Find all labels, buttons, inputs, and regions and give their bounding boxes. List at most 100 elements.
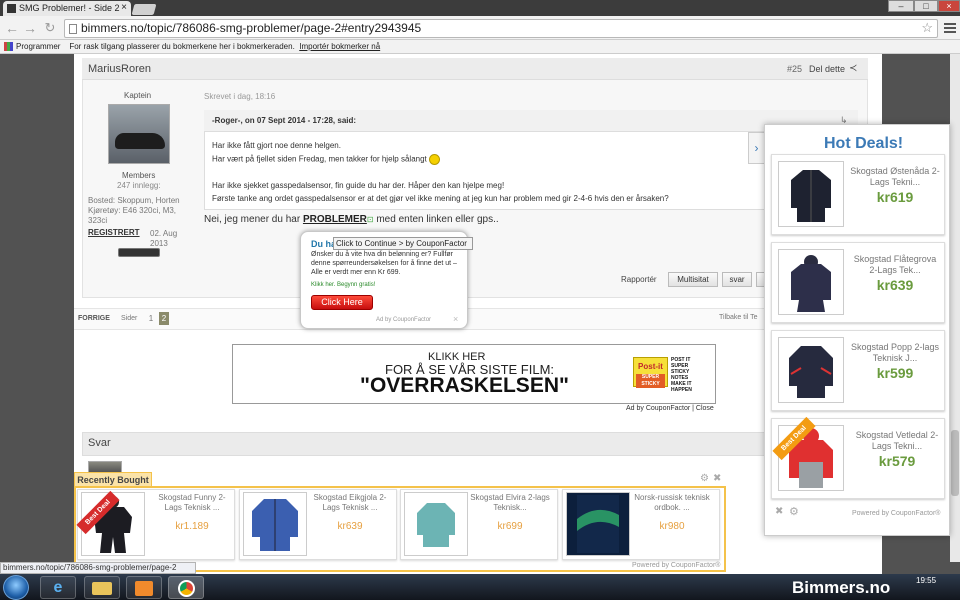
- avatar[interactable]: [108, 104, 170, 164]
- post-number[interactable]: #25: [787, 64, 802, 74]
- post-timestamp: Skrevet i dag, 18:16: [204, 92, 276, 101]
- ad-credit-close[interactable]: Ad by CouponFactor | Close: [626, 405, 714, 412]
- apps-label[interactable]: Programmer: [16, 42, 60, 51]
- post-it-brand: Post-it: [638, 362, 663, 371]
- share-link[interactable]: Del dette: [809, 64, 845, 74]
- jacket-thumbnail[interactable]: [778, 337, 844, 403]
- bookmarks-bar: Programmer For rask tilgang plasserer du…: [0, 40, 960, 54]
- post-author[interactable]: MariusRoren: [88, 63, 151, 75]
- start-button[interactable]: [3, 575, 29, 600]
- popup-cta-text[interactable]: Klikk her. Begynn gratis!: [311, 282, 375, 288]
- taskbar-clock[interactable]: 19:55: [916, 576, 936, 585]
- product-thumbnail[interactable]: [243, 492, 307, 556]
- user-rank: Kaptein: [124, 91, 152, 100]
- close-window-button[interactable]: ×: [938, 0, 960, 12]
- reply-text-post: med enten linken eller gps..: [373, 214, 499, 225]
- back-arrow-icon[interactable]: ←: [4, 20, 20, 36]
- user-location: Bosted: Skoppum, Horten: [88, 196, 180, 205]
- media-player-taskbar-button[interactable]: [126, 576, 162, 599]
- ie-taskbar-button[interactable]: e: [40, 576, 76, 599]
- recent-item-price: kr980: [659, 521, 685, 532]
- quote-line-4: Første tanke ang ordet gasspedalsensor e…: [212, 194, 669, 203]
- ie-icon: e: [53, 579, 63, 596]
- popup-close-icon[interactable]: ×: [453, 314, 458, 324]
- chrome-icon: [177, 580, 195, 597]
- post-it-logo: Post-it SUPER STICKY: [633, 357, 668, 388]
- menu-icon[interactable]: [944, 21, 956, 35]
- registered-link[interactable]: REGISTRERT: [88, 228, 140, 237]
- user-vehicle: Kjøretøy: E46 320ci, M3, 323ci: [88, 206, 177, 225]
- new-tab-button[interactable]: [131, 4, 157, 15]
- maximize-button[interactable]: □: [914, 0, 938, 12]
- external-link-icon: ⊡: [366, 215, 374, 224]
- pages-label: Sider: [121, 315, 138, 322]
- deal-name[interactable]: Skogstad Østenåda 2-Lags Tekni...: [850, 166, 940, 188]
- hot-deals-title: Hot Deals!: [824, 135, 904, 152]
- quote-button[interactable]: svar: [722, 272, 752, 287]
- bookmark-star-icon[interactable]: ☆: [921, 20, 933, 36]
- recent-item-name[interactable]: Norsk-russisk teknisk ordbok. ...: [632, 493, 712, 513]
- report-link[interactable]: Rapportér: [621, 275, 657, 284]
- recent-item-name[interactable]: Skogstad Elvira 2-lags Teknisk...: [470, 493, 550, 513]
- scrollbar-thumb[interactable]: [951, 430, 959, 496]
- page-1-link[interactable]: 1: [146, 312, 156, 325]
- multiquote-button[interactable]: Multisitat: [668, 272, 718, 287]
- share-icon[interactable]: ≺: [849, 63, 857, 74]
- post-body: Nei, jeg mener du har PROBLEMER⊡ med ent…: [204, 214, 499, 225]
- chrome-taskbar-button[interactable]: [168, 576, 204, 599]
- deal-price: kr579: [878, 453, 916, 469]
- reply-text-pre: Nei, jeg mener du har: [204, 214, 303, 225]
- apps-icon[interactable]: [4, 42, 13, 52]
- bookmarks-hint: For rask tilgang plasserer du bokmerkene…: [69, 42, 295, 51]
- popup-body: Ønsker du å vite hva din belønning er? F…: [311, 251, 457, 276]
- close-icon[interactable]: ✖: [713, 473, 721, 484]
- user-group: Members: [122, 171, 156, 180]
- gear-icon[interactable]: ⚙: [789, 505, 799, 518]
- recently-bought-powered: Powered by CouponFactor®: [632, 562, 721, 569]
- page-2-current: 2: [159, 312, 169, 325]
- quote-line-3: Har ikke sjekket gasspedalsensor, fin gu…: [212, 181, 505, 190]
- browser-tab[interactable]: SMG Problemer! - Side 2 ×: [3, 1, 131, 16]
- click-here-button[interactable]: Click Here: [311, 295, 373, 310]
- forward-arrow-icon[interactable]: →: [22, 20, 38, 36]
- import-bookmarks-link[interactable]: Importér bokmerker nå: [299, 42, 380, 51]
- pagination-bar: [74, 308, 882, 330]
- address-url: bimmers.no/topic/786086-smg-problemer/pa…: [81, 21, 422, 35]
- post-count: 247 innlegg:: [117, 181, 161, 190]
- deal-price: kr639: [876, 277, 914, 293]
- quote-line-2-wrap: Har vært på fjellet siden Fredag, men ta…: [212, 154, 441, 165]
- address-bar[interactable]: bimmers.no/topic/786086-smg-problemer/pa…: [64, 19, 938, 38]
- reply-title: Svar: [88, 437, 111, 449]
- click-to-continue-tooltip: Click to Continue > by CouponFactor: [333, 237, 473, 250]
- film-ad-line3: "OVERRASKELSEN": [360, 374, 569, 397]
- hot-deals-toggle-arrow[interactable]: ›: [748, 132, 764, 164]
- problemer-link[interactable]: PROBLEMER: [303, 214, 367, 225]
- popup-footer: Ad by CouponFactor: [376, 317, 432, 323]
- deal-price: kr599: [876, 365, 914, 381]
- deal-name[interactable]: Skogstad Flåtegrova 2-Lags Tek...: [850, 254, 940, 276]
- minimize-button[interactable]: –: [888, 0, 914, 12]
- close-icon[interactable]: ✖: [775, 506, 783, 517]
- recent-item-name[interactable]: Skogstad Eikgjola 2-Lags Teknisk ...: [310, 493, 390, 513]
- recent-item-price: kr699: [497, 521, 523, 532]
- favicon-icon: [7, 4, 16, 13]
- folder-icon: [92, 582, 112, 595]
- back-to-topic-link[interactable]: Tilbake til Te: [719, 314, 758, 321]
- close-tab-icon[interactable]: ×: [121, 2, 127, 13]
- post-header: [82, 58, 868, 80]
- gear-icon[interactable]: ⚙: [700, 473, 709, 484]
- jacket-thumbnail[interactable]: [778, 161, 844, 227]
- jacket-thumbnail[interactable]: [778, 249, 844, 315]
- deal-name[interactable]: Skogstad Vetledal 2-Lags Tekni...: [852, 430, 942, 452]
- book-thumbnail[interactable]: [566, 492, 630, 556]
- product-thumbnail[interactable]: [404, 492, 468, 556]
- page-icon: [69, 24, 77, 34]
- recent-item-name[interactable]: Skogstad Funny 2-Lags Teknisk ...: [152, 493, 232, 513]
- deal-name[interactable]: Skogstad Popp 2-lags Teknisk J...: [850, 342, 940, 364]
- reload-icon[interactable]: ↻: [42, 20, 58, 36]
- prev-link[interactable]: FORRIGE: [78, 315, 110, 322]
- reply-header: [82, 432, 868, 456]
- deal-price: kr619: [876, 189, 914, 205]
- explorer-taskbar-button[interactable]: [84, 576, 120, 599]
- recent-item-price: kr1.189: [175, 521, 209, 532]
